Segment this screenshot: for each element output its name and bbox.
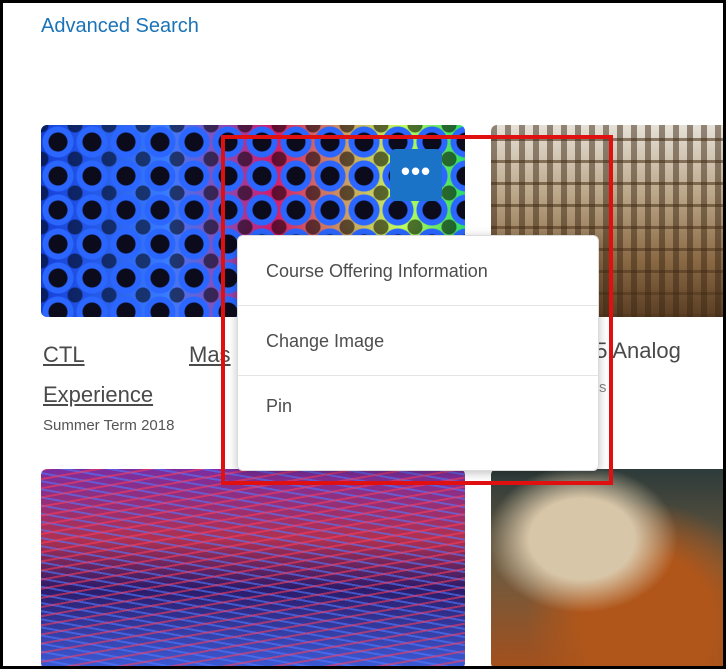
course-title-link[interactable]: CTL Mas Experience <box>43 335 243 415</box>
course-title-word-2[interactable]: Mas <box>189 342 231 367</box>
ellipsis-icon: ••• <box>400 156 432 186</box>
course-card-image-light-trails[interactable] <box>41 469 465 666</box>
course-options-menu: Course Offering Information Change Image… <box>237 235 599 471</box>
menu-item-pin[interactable]: Pin <box>238 376 598 446</box>
course-options-button[interactable]: ••• <box>390 149 442 201</box>
course-title-word-1[interactable]: CTL <box>43 335 189 375</box>
course-title-line-2[interactable]: Experience <box>43 382 153 407</box>
menu-item-change-image[interactable]: Change Image <box>238 306 598 376</box>
course-term-2: s <box>599 379 607 396</box>
screenshot-frame: Advanced Search ••• CTL Mas Experience Su… <box>0 0 726 669</box>
menu-item-course-offering-information[interactable]: Course Offering Information <box>238 236 598 306</box>
course-card-image-nebula[interactable] <box>491 469 723 666</box>
course-term: Summer Term 2018 <box>43 417 175 434</box>
advanced-search-link[interactable]: Advanced Search <box>41 15 199 38</box>
